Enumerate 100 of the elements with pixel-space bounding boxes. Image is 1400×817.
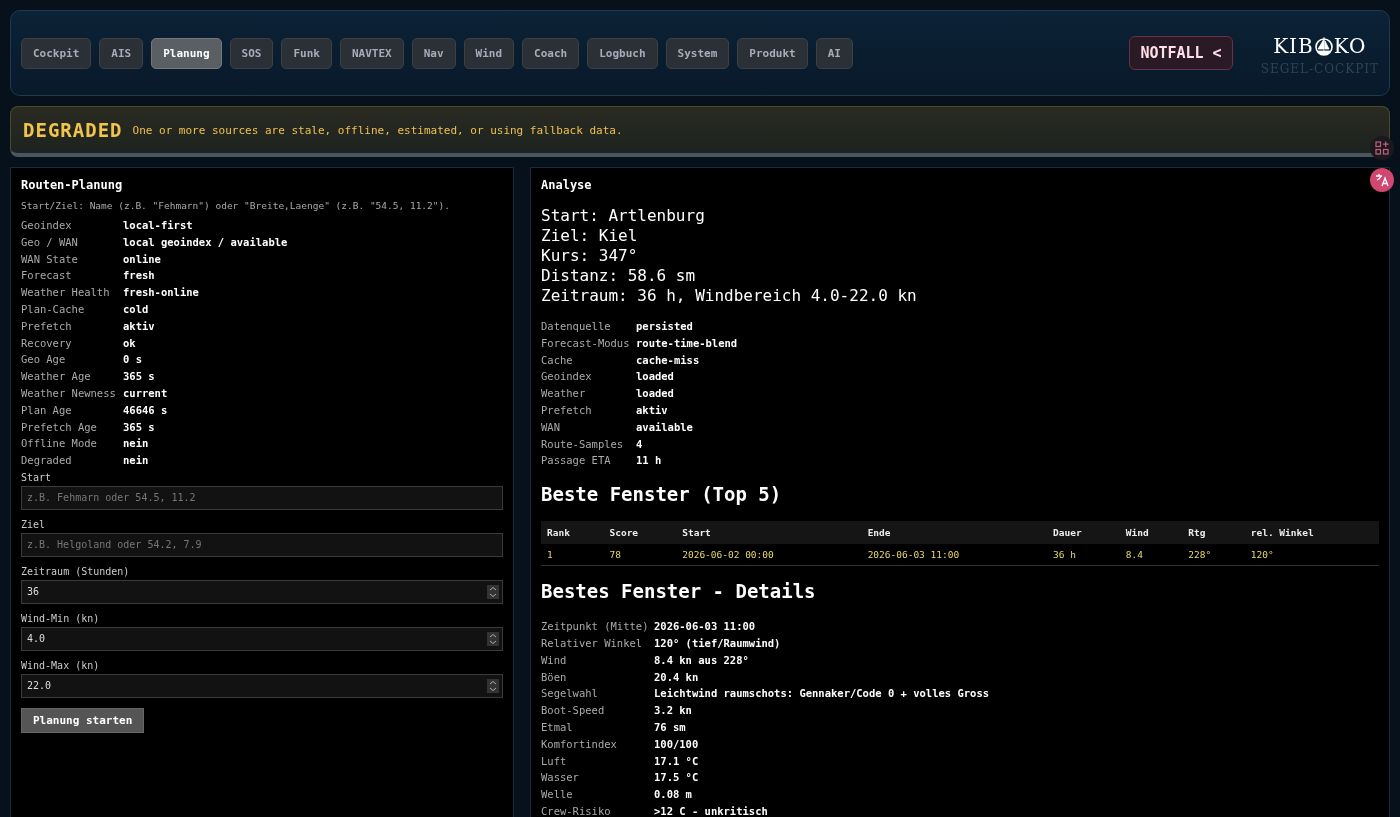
status-message: One or more sources are stale, offline, estimated, or using fallback data. [132, 123, 623, 137]
field-value: 17.1 °C [654, 753, 700, 769]
field-value: 0.08 m [654, 787, 693, 803]
nav-tab[interactable]: System [665, 37, 730, 69]
field-label: Forecast-Modus [541, 335, 630, 351]
nav-tab[interactable]: Coach [522, 37, 580, 69]
input-field[interactable]: z.B. Fehmarn oder 54.5, 11.2 [21, 485, 503, 510]
input-field[interactable]: 4.0 [21, 626, 503, 651]
field-value: 2026-06-03 11:00 [654, 619, 757, 635]
field-value: 17.5 °C [654, 770, 700, 786]
section-heading: Beste Fenster (Top 5) [541, 483, 783, 506]
field-value: aktiv [123, 318, 156, 334]
nav-tab[interactable]: Wind [463, 37, 515, 69]
field-label: Etmal [541, 719, 574, 735]
summary-line: Kurs: 347° [541, 246, 639, 266]
column-header: Score [603, 521, 677, 545]
summary-line: Start: Artlenburg [541, 206, 706, 226]
table-cell: 78 [603, 544, 677, 566]
field-label: Datenquelle [541, 319, 612, 334]
emergency-button[interactable]: NOTFALL < [1129, 36, 1233, 70]
field-value: fresh [123, 268, 156, 284]
input-field[interactable]: 36 [21, 579, 503, 604]
sailboat-icon [1313, 35, 1334, 57]
nav-tab[interactable]: Logbuch [587, 37, 658, 69]
field-value: cache-miss [636, 352, 701, 368]
column-header: Ende [861, 521, 1048, 545]
nav-tab[interactable]: Nav [411, 37, 456, 69]
field-label: Prefetch Age [21, 419, 98, 435]
table-cell: 2026-06-02 00:00 [676, 544, 862, 566]
field-label: Crew-Risiko [541, 803, 612, 817]
table-cell: 2026-06-03 11:00 [861, 544, 1048, 566]
field-value: nein [123, 436, 150, 452]
field-label: Luft [541, 753, 568, 769]
field-label: Plan-Cache [21, 302, 86, 317]
input-field[interactable]: 22.0 [21, 673, 503, 698]
field-label: Wasser [541, 770, 580, 786]
field-label: Passage ETA [541, 453, 612, 469]
field-value: 46646 s [123, 402, 169, 418]
input-field[interactable]: z.B. Helgoland oder 54.2, 7.9 [21, 532, 503, 557]
field-label: WAN [541, 419, 561, 435]
start-planning-button[interactable]: Planung starten [21, 707, 145, 733]
field-value: 3.2 kn [654, 703, 693, 719]
field-label: Plan Age [21, 402, 73, 418]
field-value: persisted [636, 319, 694, 334]
field-label: Prefetch [21, 318, 73, 334]
field-value: cold [123, 302, 150, 317]
field-label: Komfortindex [541, 736, 618, 752]
field-label: Geo Age [21, 352, 67, 368]
input-label: Wind-Min (kn) [21, 611, 101, 626]
nav-tab[interactable]: Funk [281, 37, 332, 69]
field-label: Route-Samples [541, 436, 625, 452]
section-heading: Bestes Fenster - Details [541, 580, 817, 603]
field-label: Geo / WAN [21, 234, 79, 250]
field-value: Leichtwind raumschots: Gennaker/Code 0 + volles Gross [654, 686, 991, 702]
panel-title: Analyse [541, 178, 593, 192]
field-label: Boot-Speed [541, 703, 606, 719]
field-value: route-time-blend [636, 335, 739, 351]
summary-line: Ziel: Kiel [541, 226, 639, 246]
nav-tab[interactable]: Cockpit [21, 37, 92, 69]
field-value: 20.4 kn [654, 669, 700, 685]
field-label: Geoindex [21, 218, 73, 233]
field-value: 100/100 [654, 736, 700, 752]
field-value: fresh-online [123, 285, 200, 301]
field-value: 365 s [123, 419, 156, 435]
field-label: Relativer Winkel [541, 635, 644, 651]
field-value: local-first [123, 218, 194, 233]
field-value: 4 [636, 436, 644, 452]
column-header: Start [676, 521, 862, 545]
field-value: online [123, 251, 162, 267]
logo-text: KO [1333, 34, 1367, 58]
table-cell: 36 h [1047, 544, 1120, 566]
field-label: Geoindex [541, 369, 593, 385]
nav-tab[interactable]: NAVTEX [339, 37, 404, 69]
apps-icon[interactable] [1370, 136, 1394, 160]
column-header: Rank [541, 521, 604, 545]
column-header: Wind [1119, 521, 1183, 545]
table-cell: 228° [1182, 544, 1245, 566]
field-value: 120° (tief/Raumwind) [654, 635, 782, 651]
field-label: Weather Age [21, 369, 92, 385]
field-value: ok [123, 335, 137, 351]
field-label: Böen [541, 669, 568, 685]
nav-tab[interactable]: AI [815, 37, 853, 69]
field-value: 11 h [636, 453, 663, 469]
field-label: Forecast [21, 268, 73, 284]
field-label: Weather [541, 386, 587, 402]
field-label: Recovery [21, 335, 73, 351]
field-value: 0 s [123, 352, 143, 368]
field-label: Segelwahl [541, 686, 599, 702]
column-header: Rtg [1182, 521, 1245, 545]
field-label: Weather Health [21, 285, 111, 301]
table-cell: 1 [541, 544, 604, 566]
nav-tab[interactable]: AIS [99, 37, 144, 69]
field-label: Weather Newness [21, 385, 117, 401]
nav-tab[interactable]: SOS [229, 37, 274, 69]
nav-tab[interactable]: Produkt [737, 37, 808, 69]
field-value: loaded [636, 386, 675, 402]
nav-tab[interactable]: Planung [151, 37, 222, 69]
field-label: Cache [541, 352, 574, 368]
table-cell: 120° [1244, 544, 1379, 566]
translate-icon[interactable] [1370, 168, 1394, 192]
